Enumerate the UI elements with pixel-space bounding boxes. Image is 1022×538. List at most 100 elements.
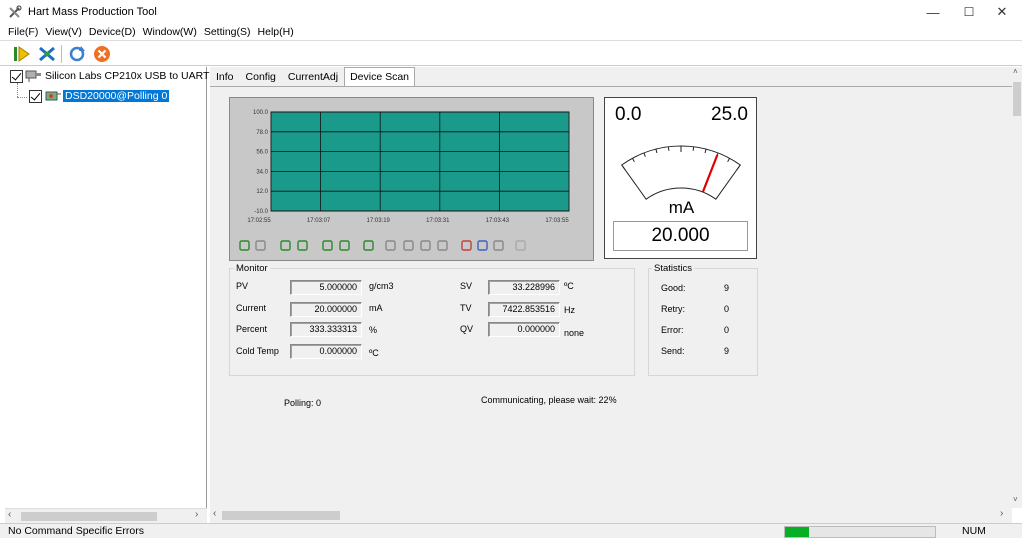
vertical-scroll-thumb[interactable]	[1013, 82, 1021, 116]
checkbox-icon[interactable]	[29, 89, 42, 103]
tree-horizontal-scrollbar[interactable]: ‹ ›	[5, 508, 207, 523]
tree-root-label: Silicon Labs CP210x USB to UART Br	[45, 70, 223, 82]
tv-value-field: 7422.853516	[488, 302, 560, 317]
communication-status: Communicating, please wait: 22%	[481, 395, 617, 405]
vertical-scrollbar[interactable]: ˄ ˅	[1012, 67, 1022, 508]
cold-temp-label: Cold Temp	[236, 346, 279, 356]
x-tick-label: 17:03:07	[307, 218, 331, 224]
current-gauge: 0.0 25.0 mA 20.000	[604, 97, 757, 259]
x-tick-label: 17:03:19	[367, 218, 391, 224]
percent-value-field: 333.333313	[290, 322, 362, 337]
window-title: Hart Mass Production Tool	[28, 6, 157, 18]
zoom-y-icon	[280, 240, 291, 251]
send-label: Send:	[661, 346, 685, 356]
percent-unit: %	[369, 325, 378, 335]
good-count: 9	[724, 283, 730, 293]
y-tick-label: 100.0	[253, 110, 269, 116]
tree-device-node[interactable]: DSD20000@Polling 0	[29, 89, 170, 103]
trend-chart-svg: 100.0 78.0 56.0 34.0 12.0 -10.0 17:02:55 17:03:…	[239, 110, 570, 251]
menu-bar: File(F) View(V) Device(D) Window(W) Sett…	[0, 24, 1022, 40]
scroll-up-icon[interactable]: ˄	[1013, 67, 1018, 76]
error-label: Error:	[661, 325, 684, 335]
connect-icon[interactable]	[12, 44, 32, 64]
properties-icon	[493, 240, 504, 251]
tree-connector	[17, 83, 18, 97]
trend-chart: 100.0 78.0 56.0 34.0 12.0 -10.0 17:02:55 17:03:…	[229, 97, 594, 261]
pv-unit: g/cm3	[369, 281, 394, 291]
percent-label: Percent	[236, 324, 268, 334]
horizontal-scroll-thumb[interactable]	[222, 511, 340, 520]
tree-connector	[17, 97, 27, 98]
statistics-title: Statistics	[652, 263, 695, 274]
print-icon	[515, 240, 526, 251]
prev-icon	[403, 240, 414, 251]
scroll-thumb[interactable]	[21, 512, 157, 521]
pan-icon	[239, 240, 250, 251]
scroll-left-icon[interactable]: ‹	[213, 508, 216, 519]
zoom-fit-icon	[255, 240, 266, 251]
current-value-field: 20.000000	[290, 302, 362, 317]
tab-config[interactable]: Config	[240, 67, 282, 86]
retry-label: Retry:	[661, 304, 686, 314]
scroll-right-icon[interactable]: ›	[1000, 508, 1003, 519]
menu-view[interactable]: View(V)	[45, 24, 82, 40]
zoom-x-icon	[297, 240, 308, 251]
menu-window[interactable]: Window(W)	[143, 24, 197, 40]
progress-bar	[784, 526, 936, 538]
refresh-icon[interactable]	[67, 44, 87, 64]
status-message: No Command Specific Errors	[8, 525, 144, 537]
qv-value-field: 0.000000	[488, 322, 560, 337]
toolbar-separator	[61, 45, 62, 63]
sv-label: SV	[460, 281, 473, 291]
current-label: Current	[236, 303, 267, 313]
menu-setting[interactable]: Setting(S)	[204, 24, 251, 40]
tree-device-label: DSD20000@Polling 0	[63, 90, 170, 102]
y-tick-label: 78.0	[256, 130, 268, 136]
toolbar	[0, 40, 1022, 66]
tools-icon	[9, 5, 22, 18]
gauge-value: 20.000	[613, 221, 748, 251]
qv-label: QV	[460, 324, 474, 334]
sv-unit: ºC	[564, 281, 574, 291]
first-icon	[385, 240, 396, 251]
current-unit: mA	[369, 303, 383, 313]
status-bar: No Command Specific Errors NUM	[0, 523, 1022, 538]
y-tick-label: 34.0	[256, 169, 268, 175]
monitor-title: Monitor	[234, 263, 270, 274]
tree-root-node[interactable]: Silicon Labs CP210x USB to UART Br	[10, 69, 223, 83]
tab-current-adj[interactable]: CurrentAdj	[282, 67, 344, 86]
device-tree: Silicon Labs CP210x USB to UART Br DSD20…	[5, 67, 223, 508]
gauge-face	[621, 145, 741, 200]
device-icon	[45, 91, 61, 101]
menu-device[interactable]: Device(D)	[89, 24, 136, 40]
qv-unit: none	[564, 328, 585, 338]
scroll-left-icon[interactable]: ‹	[8, 509, 11, 520]
scroll-down-icon[interactable]: ˅	[1013, 495, 1018, 504]
checkbox-icon[interactable]	[10, 69, 23, 83]
scroll-up-icon	[322, 240, 333, 251]
tab-device-scan[interactable]: Device Scan	[344, 67, 416, 86]
error-count: 0	[724, 325, 730, 335]
plot-area	[270, 111, 570, 212]
x-tick-label: 17:02:55	[247, 218, 271, 224]
close-button[interactable]: ✕	[982, 0, 1022, 24]
menu-help[interactable]: Help(H)	[258, 24, 294, 40]
scroll-right-icon[interactable]: ›	[195, 509, 198, 520]
polling-status: Polling: 0	[284, 398, 322, 408]
last-icon	[437, 240, 448, 251]
y-tick-label: -10.0	[254, 209, 268, 215]
stop-icon[interactable]	[92, 44, 112, 64]
gauge-unit: mA	[668, 198, 695, 217]
scan-device-icon[interactable]	[37, 44, 57, 64]
tab-info[interactable]: Info	[210, 67, 240, 86]
num-lock-indicator: NUM	[962, 525, 986, 537]
tv-unit: Hz	[564, 305, 575, 315]
progress-fill	[785, 527, 809, 537]
x-tick-label: 17:03:43	[486, 218, 510, 224]
cold-temp-unit: ºC	[369, 348, 379, 358]
menu-file[interactable]: File(F)	[8, 24, 38, 40]
usb-adapter-icon	[25, 70, 41, 82]
title-bar: Hart Mass Production Tool — ☐ ✕	[0, 0, 1022, 24]
pv-label: PV	[236, 281, 249, 291]
zoom-box-icon	[363, 240, 374, 251]
